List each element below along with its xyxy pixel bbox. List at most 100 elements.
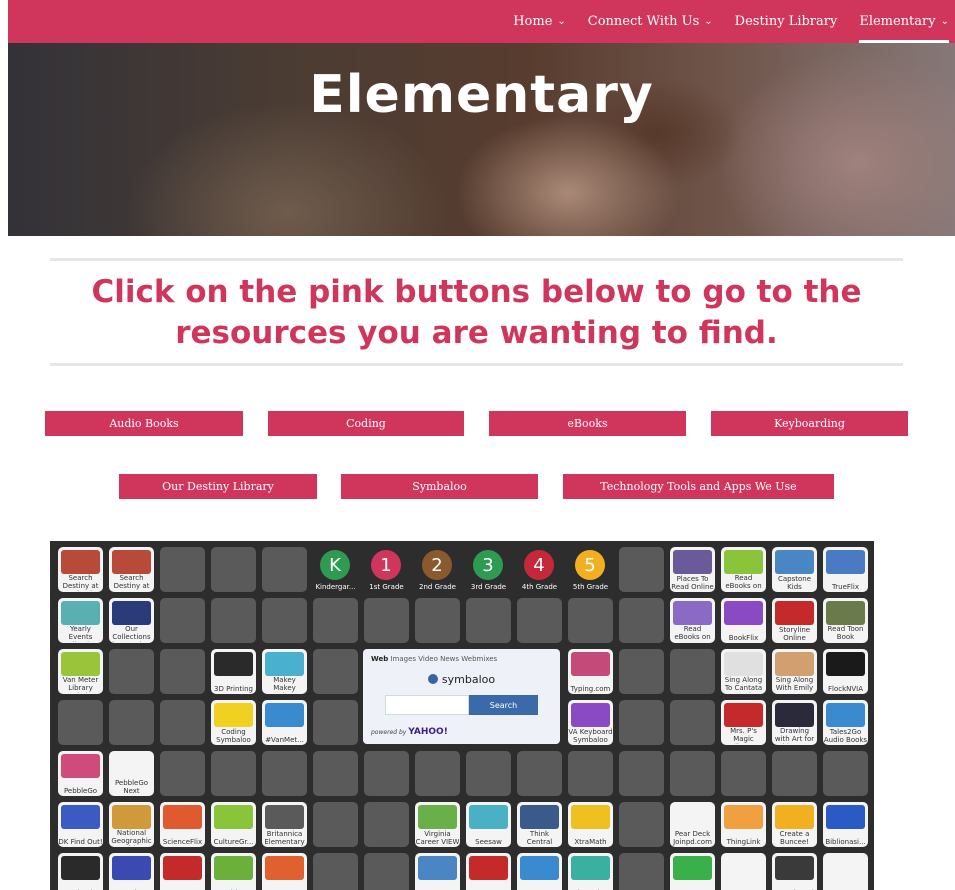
app-tile[interactable]: PebbleGo Next bbox=[109, 751, 154, 796]
app-tile[interactable]: Tales2Go Audio Books bbox=[823, 700, 868, 745]
app-tile[interactable]: Coding Symbaloo bbox=[211, 700, 256, 745]
app-tile[interactable]: Storyboard bbox=[772, 853, 817, 890]
app-tile[interactable]: Makey Makey Symbaloo bbox=[262, 649, 307, 694]
app-tile[interactable] bbox=[160, 853, 205, 890]
audio-books-button[interactable]: Audio Books bbox=[45, 411, 243, 436]
app-tile[interactable]: Create a Buncee! bbox=[772, 802, 817, 847]
grade-tile[interactable]: 3 3rd Grade bbox=[466, 547, 511, 592]
tile-label: #VanMet... bbox=[265, 736, 304, 744]
app-tile[interactable]: Search Destiny at School bbox=[58, 547, 103, 592]
app-tile[interactable]: XtraMath bbox=[568, 802, 613, 847]
tile-thumbnail bbox=[265, 703, 304, 727]
app-tile[interactable]: 3D Printing bbox=[211, 649, 256, 694]
empty-tile bbox=[109, 700, 154, 745]
app-tile[interactable]: Read Toon Book Cartoons bbox=[823, 598, 868, 643]
app-tile[interactable] bbox=[517, 853, 562, 890]
app-tile[interactable]: Storyline Online bbox=[772, 598, 817, 643]
tile-thumbnail bbox=[469, 856, 508, 880]
app-tile[interactable] bbox=[415, 853, 460, 890]
app-tile[interactable]: #VanMet... bbox=[262, 700, 307, 745]
app-tile[interactable]: TrueFlix bbox=[823, 547, 868, 592]
tile-label: Makey Makey Symbaloo bbox=[267, 676, 302, 693]
empty-tile bbox=[211, 751, 256, 796]
nav-item-connect[interactable]: Connect With Us ⌄ bbox=[588, 0, 713, 43]
tile-label: XtraMath bbox=[574, 838, 607, 846]
grade-tile[interactable]: K Kindergar... bbox=[313, 547, 358, 592]
empty-tile bbox=[160, 598, 205, 643]
app-tile[interactable]: Pear Deck Joinpd.com bbox=[670, 802, 715, 847]
app-tile[interactable]: Typing.com bbox=[568, 649, 613, 694]
app-tile[interactable]: CultureGr... bbox=[211, 802, 256, 847]
app-tile[interactable] bbox=[670, 853, 715, 890]
app-tile[interactable]: National Geographic Kids bbox=[109, 802, 154, 847]
app-tile[interactable]: Read eBooks on My Capstone! bbox=[670, 598, 715, 643]
app-tile[interactable]: Our Collections by Destiny bbox=[109, 598, 154, 643]
app-tile[interactable]: Van Meter Library Website bbox=[58, 649, 103, 694]
grade-tile[interactable]: 4 4th Grade bbox=[517, 547, 562, 592]
tab-web[interactable]: Web bbox=[371, 655, 388, 663]
app-tile[interactable]: Mrs. P's Magic Library bbox=[721, 700, 766, 745]
tile-thumbnail bbox=[112, 754, 151, 778]
our-destiny-library-button[interactable]: Our Destiny Library bbox=[119, 474, 317, 499]
search-input[interactable] bbox=[385, 695, 469, 715]
app-tile[interactable]: ThingLink bbox=[721, 802, 766, 847]
tile-thumbnail bbox=[571, 805, 610, 829]
app-tile[interactable]: FlockNVIA bbox=[823, 649, 868, 694]
app-tile[interactable]: San Diego bbox=[109, 853, 154, 890]
ebooks-button[interactable]: eBooks bbox=[489, 411, 686, 436]
tab-news[interactable]: News bbox=[440, 655, 459, 663]
instructions-heading: Click on the pink buttons below to go to… bbox=[91, 274, 862, 351]
tile-thumbnail bbox=[673, 856, 712, 880]
app-tile[interactable]: Britannica Elementary bbox=[262, 802, 307, 847]
tab-webmixes[interactable]: Webmixes bbox=[461, 655, 497, 663]
tile-thumbnail bbox=[673, 601, 712, 625]
app-tile[interactable]: Search Destiny at Home bbox=[109, 547, 154, 592]
tile-thumbnail bbox=[571, 703, 610, 727]
keyboarding-button[interactable]: Keyboarding bbox=[711, 411, 908, 436]
app-tile[interactable]: DK Find Out! bbox=[58, 802, 103, 847]
tile-label: Seesaw bbox=[475, 838, 502, 846]
nav-item-elementary[interactable]: Elementary ⌄ bbox=[859, 0, 949, 43]
app-tile[interactable]: BookFlix bbox=[721, 598, 766, 643]
app-tile[interactable]: Capstone Kids bbox=[772, 547, 817, 592]
app-tile[interactable]: Think Central bbox=[517, 802, 562, 847]
tile-label: Capstone Kids bbox=[777, 575, 812, 591]
app-tile[interactable] bbox=[721, 853, 766, 890]
app-tile[interactable] bbox=[823, 853, 868, 890]
app-tile[interactable]: Places To Read Online bbox=[670, 547, 715, 592]
nav-item-home[interactable]: Home ⌄ bbox=[513, 0, 566, 43]
nav-item-destiny-library[interactable]: Destiny Library bbox=[735, 0, 838, 43]
app-tile[interactable] bbox=[262, 853, 307, 890]
app-tile[interactable]: PebbleGo bbox=[58, 751, 103, 796]
app-tile[interactable]: Drawing with Art for Kids Hu... bbox=[772, 700, 817, 745]
app-tile[interactable]: Sing Along With Emily Arrow bbox=[772, 649, 817, 694]
app-tile[interactable]: Virginia Career VIEW bbox=[415, 802, 460, 847]
technology-tools-button[interactable]: Technology Tools and Apps We Use bbox=[563, 474, 834, 499]
app-tile[interactable]: ScienceFlix bbox=[160, 802, 205, 847]
app-tile[interactable]: Yearly Events Collection bbox=[58, 598, 103, 643]
tile-thumbnail bbox=[724, 805, 763, 829]
coding-button[interactable]: Coding bbox=[268, 411, 464, 436]
app-tile[interactable]: Sing Along To Cantata Learni... bbox=[721, 649, 766, 694]
app-tile[interactable] bbox=[466, 853, 511, 890]
tile-label: 4th Grade bbox=[521, 583, 558, 591]
tile-thumbnail bbox=[724, 601, 763, 625]
grade-tile[interactable]: 2 2nd Grade bbox=[415, 547, 460, 592]
app-tile[interactable]: Seesaw bbox=[466, 802, 511, 847]
app-tile[interactable]: Read eBooks on EPIC! bbox=[721, 547, 766, 592]
empty-tile bbox=[721, 751, 766, 796]
tile-label: Read eBooks on My Capstone! bbox=[674, 625, 711, 642]
search-button[interactable]: Search bbox=[469, 695, 538, 715]
empty-tile bbox=[313, 598, 358, 643]
tab-video[interactable]: Video bbox=[418, 655, 438, 663]
tile-label: Think Central bbox=[526, 830, 553, 846]
symbaloo-button[interactable]: Symbaloo bbox=[341, 474, 538, 499]
grade-tile[interactable]: 5 5th Grade bbox=[568, 547, 613, 592]
tab-images[interactable]: Images bbox=[390, 655, 416, 663]
app-tile[interactable]: i-Ready bbox=[568, 853, 613, 890]
grade-tile[interactable]: 1 1st Grade bbox=[364, 547, 409, 592]
app-tile[interactable]: Kids bbox=[211, 853, 256, 890]
app-tile[interactable]: Biblionasi... bbox=[823, 802, 868, 847]
app-tile[interactable]: VA Keyboard Symbaloo bbox=[568, 700, 613, 745]
app-tile[interactable]: Animal bbox=[58, 853, 103, 890]
